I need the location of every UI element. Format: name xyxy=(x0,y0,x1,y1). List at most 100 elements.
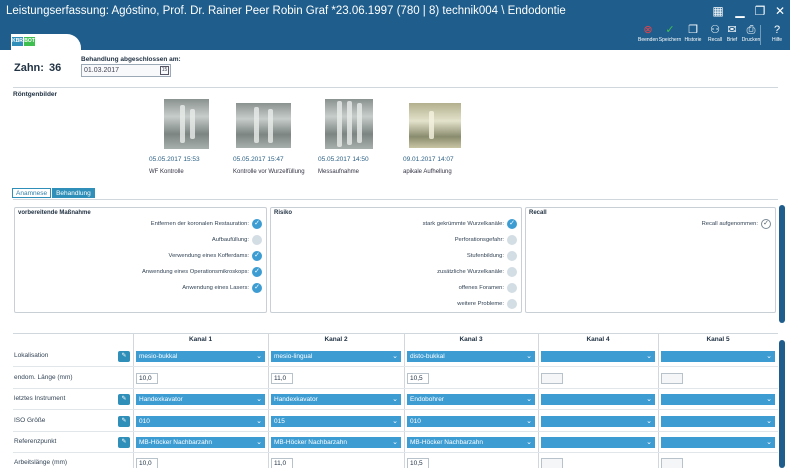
xray-thumbnail[interactable] xyxy=(164,99,209,149)
tab-anamnese[interactable]: Anamnese xyxy=(12,188,52,198)
kanal-select[interactable]: 015 ⌄ xyxy=(271,416,401,427)
kanal-select[interactable]: 010 ⌄ xyxy=(407,416,535,427)
close-icon[interactable]: ✕ xyxy=(770,0,790,22)
checklist-item[interactable]: Aufbaufüllung: xyxy=(212,235,262,245)
checkbox-icon[interactable] xyxy=(252,235,262,245)
chevron-down-icon: ⌄ xyxy=(392,418,398,425)
kanal-select-value: MB-Höcker Nachbarzahn xyxy=(274,439,347,446)
kanal-select[interactable]: 010 ⌄ xyxy=(136,416,265,427)
checkbox-icon[interactable] xyxy=(507,267,517,277)
kanal-input[interactable] xyxy=(661,373,683,384)
checklist-item[interactable]: weitere Probleme: xyxy=(457,299,517,309)
checklist-label: Entfernen der koronalen Restauration: xyxy=(150,221,249,227)
kanal-select[interactable]: mesio-lingual ⌄ xyxy=(271,351,401,362)
minimize-icon[interactable]: ▁ xyxy=(730,0,750,22)
xray-caption: WF Kontrolle xyxy=(149,169,184,175)
kanal-select[interactable]: MB-Höcker Nachbarzahn ⌄ xyxy=(271,437,401,448)
checklist-item[interactable]: stark gekrümmte Wurzelkanäle: ✓ xyxy=(423,219,517,229)
chevron-down-icon: ⌄ xyxy=(526,439,532,446)
checklist-item[interactable]: zusätzliche Wurzelkanäle: xyxy=(437,267,517,277)
kanal-select[interactable]: MB-Höcker Nachbarzahn ⌄ xyxy=(407,437,535,448)
kanal-input[interactable] xyxy=(541,458,563,468)
checklist-item[interactable]: Entfernen der koronalen Restauration: ✓ xyxy=(151,219,262,229)
checklist-item[interactable]: Recall aufgenommen: ✓ xyxy=(702,219,771,229)
toolbar-button[interactable]: ? Hilfe xyxy=(766,24,788,44)
divider xyxy=(13,199,778,200)
checkbox-icon[interactable] xyxy=(507,235,517,245)
title-bar: Leistungserfassung: Agóstino, Prof. Dr. … xyxy=(0,0,790,22)
column-divider xyxy=(538,333,539,468)
kanal-select-value: disto-bukkal xyxy=(410,353,445,360)
kanal-select[interactable]: MB-Höcker Nachbarzahn ⌄ xyxy=(136,437,265,448)
checklist-item[interactable]: Perforationsgefahr: xyxy=(455,235,517,245)
chevron-down-icon: ⌄ xyxy=(526,396,532,403)
scrollbar[interactable] xyxy=(779,205,785,323)
checklist-label: Recall aufgenommen: xyxy=(701,221,758,227)
kanal-input[interactable]: 11,0 xyxy=(271,458,293,468)
checkbox-icon[interactable]: ✓ xyxy=(252,267,262,277)
kanal-select[interactable]: ⌄ xyxy=(661,416,775,427)
kanal-select-value: mesio-lingual xyxy=(274,353,313,360)
toolbar-button[interactable]: ⎙ Drucken xyxy=(740,24,762,44)
xray-date: 05.05.2017 15:53 xyxy=(149,156,200,163)
kanal-input[interactable]: 10,5 xyxy=(407,458,429,468)
checkbox-icon[interactable]: ✓ xyxy=(252,283,262,293)
kanal-select[interactable]: ⌄ xyxy=(661,394,775,405)
kanal-select-value: Handexkavator xyxy=(274,396,318,403)
kanal-select[interactable]: ⌄ xyxy=(661,351,775,362)
chevron-down-icon: ⌄ xyxy=(766,418,772,425)
checkbox-icon[interactable]: ✓ xyxy=(252,251,262,261)
scrollbar[interactable] xyxy=(779,340,785,468)
checkbox-icon[interactable]: ✓ xyxy=(761,219,771,229)
row-action-button[interactable]: ✎ xyxy=(118,351,130,362)
kanal-select[interactable]: disto-bukkal ⌄ xyxy=(407,351,535,362)
calendar-icon[interactable]: 15 xyxy=(160,66,169,75)
kanal-input[interactable] xyxy=(541,373,563,384)
checklist-item[interactable]: offenes Foramen: xyxy=(459,283,517,293)
row-action-button[interactable]: ✎ xyxy=(118,394,130,405)
restore-icon[interactable]: ❐ xyxy=(750,0,770,22)
chevron-down-icon: ⌄ xyxy=(526,418,532,425)
checkbox-icon[interactable] xyxy=(507,283,517,293)
kanal-select[interactable]: ⌄ xyxy=(541,437,655,448)
checklist-label: Stufenbildung: xyxy=(466,253,504,259)
checkbox-icon[interactable]: ✓ xyxy=(507,219,517,229)
kanal-input[interactable]: 10,0 xyxy=(136,458,158,468)
kanal-select[interactable]: ⌄ xyxy=(541,351,655,362)
save-check-icon: ✓ xyxy=(665,24,675,36)
kanal-select[interactable]: ⌄ xyxy=(541,416,655,427)
checkbox-icon[interactable] xyxy=(507,251,517,261)
xray-thumbnail[interactable] xyxy=(236,103,291,148)
xray-caption: Kontrolle vor Wurzelfüllung xyxy=(233,169,305,175)
row-action-button[interactable]: ✎ xyxy=(118,416,130,427)
kanal-select[interactable]: Handexkavator ⌄ xyxy=(271,394,401,405)
window-controls: ▦ ▁ ❐ ✕ xyxy=(706,0,790,22)
kanal-select[interactable]: Endobohrer ⌄ xyxy=(407,394,535,405)
kanal-input[interactable]: 10,0 xyxy=(136,373,158,384)
kanal-select-value: 015 xyxy=(274,418,285,425)
xray-caption: apikale Aufhellung xyxy=(403,169,452,175)
kanal-select[interactable]: ⌄ xyxy=(541,394,655,405)
tab-behandlung[interactable]: Behandlung xyxy=(52,188,95,198)
bot-badge[interactable]: BOT xyxy=(24,37,35,46)
checkbox-icon[interactable]: ✓ xyxy=(252,219,262,229)
checklist-item[interactable]: Stufenbildung: xyxy=(467,251,517,261)
checklist-item[interactable]: Anwendung eines Operationsmikroskops: ✓ xyxy=(142,267,262,277)
checklist-item[interactable]: Anwendung eines Lasers: ✓ xyxy=(182,283,262,293)
kanal-input[interactable]: 11,0 xyxy=(271,373,293,384)
kbr-badge[interactable]: KBR xyxy=(12,37,23,46)
kanal-select[interactable]: ⌄ xyxy=(661,437,775,448)
grid-icon[interactable]: ▦ xyxy=(706,0,730,22)
behandlung-date-input[interactable]: 01.03.2017 15 xyxy=(81,64,171,77)
xray-date: 05.05.2017 14:50 xyxy=(318,156,369,163)
xray-thumbnail[interactable] xyxy=(409,103,461,148)
checkbox-icon[interactable] xyxy=(507,299,517,309)
kanal-input[interactable]: 10,5 xyxy=(407,373,429,384)
row-action-button[interactable]: ✎ xyxy=(118,437,130,448)
checklist-item[interactable]: Verwendung eines Kofferdams: ✓ xyxy=(169,251,262,261)
xray-thumbnail[interactable] xyxy=(325,99,373,149)
kanal-select[interactable]: mesio-bukkal ⌄ xyxy=(136,351,265,362)
row-label: endom. Länge (mm) xyxy=(14,374,73,381)
kanal-select[interactable]: Handexkavator ⌄ xyxy=(136,394,265,405)
kanal-input[interactable] xyxy=(661,458,683,468)
